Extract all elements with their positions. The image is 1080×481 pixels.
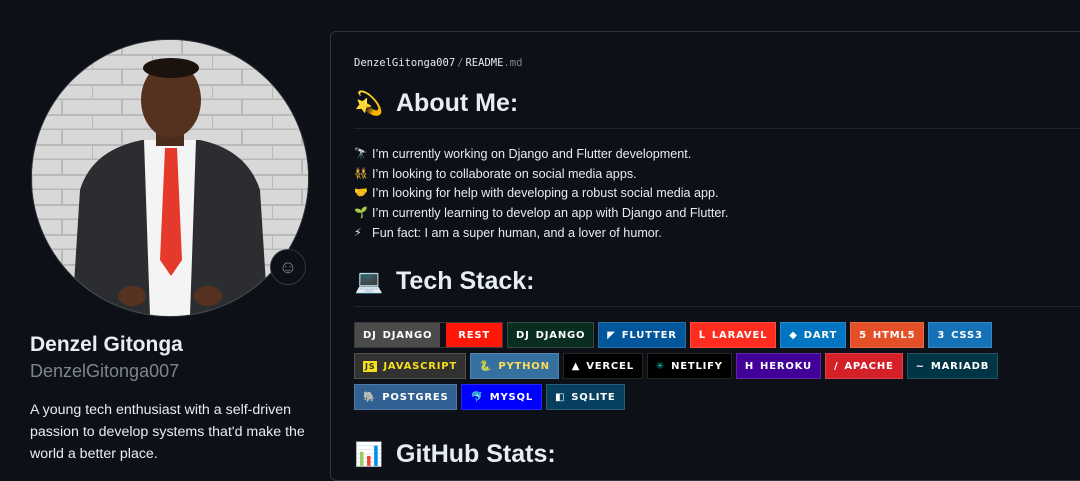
list-item-text: Fun fact: I am a super human, and a love… xyxy=(372,225,662,240)
badge-label: DJANGO xyxy=(382,329,433,341)
badge-label: FLUTTER xyxy=(621,329,677,341)
readme-card: DenzelGitonga007/README.md 💫 About Me: 🔭… xyxy=(330,31,1080,481)
badge-dart[interactable]: ◆ DART xyxy=(780,322,847,348)
breadcrumb-separator: / xyxy=(457,57,464,69)
list-item: 👯 I’m looking to collaborate on social me… xyxy=(354,165,728,185)
sqlite-icon: ◧ xyxy=(555,391,566,403)
badge-html5[interactable]: 5 HTML5 xyxy=(850,322,925,348)
badge-mysql[interactable]: 🐬 MYSQL xyxy=(461,384,543,410)
handshake-icon: 🤝 xyxy=(354,187,368,200)
badge-laravel[interactable]: ᒪ LARAVEL xyxy=(689,322,777,348)
badge-label: PYTHON xyxy=(498,360,550,372)
tech-badges: dj DJANGO REST dj DJANGO ◤ FLUTTER ᒪ LARAVEL… xyxy=(354,322,1074,415)
profile-sidebar: ☺ Denzel Gitonga DenzelGitonga007 A youn… xyxy=(0,0,330,466)
about-divider xyxy=(354,128,1080,129)
profile-username: DenzelGitonga007 xyxy=(30,361,180,381)
dart-icon: ◆ xyxy=(789,329,798,341)
stats-heading: 📊 GitHub Stats: xyxy=(354,440,556,469)
stats-title: GitHub Stats: xyxy=(396,440,556,468)
badge-django[interactable]: dj DJANGO xyxy=(507,322,595,348)
list-item: 🤝 I’m looking for help with developing a … xyxy=(354,184,728,204)
netlify-icon: ✳ xyxy=(655,360,666,372)
tech-divider xyxy=(354,306,1080,307)
badge-row: 🐘 POSTGRES 🐬 MYSQL ◧ SQLITE xyxy=(354,384,1074,410)
badge-label: MARIADB xyxy=(930,360,990,372)
list-item-text: I’m looking to collaborate on social med… xyxy=(372,166,637,181)
badge-label: APACHE xyxy=(844,360,894,372)
mariadb-icon: ~ xyxy=(915,360,925,372)
badge-row: dj DJANGO REST dj DJANGO ◤ FLUTTER ᒪ LARAVEL… xyxy=(354,322,1074,348)
apache-feather-icon: / xyxy=(833,360,839,372)
tech-title: Tech Stack: xyxy=(396,267,535,295)
postgres-elephant-icon: 🐘 xyxy=(363,391,377,403)
badge-sqlite[interactable]: ◧ SQLITE xyxy=(546,384,625,410)
html5-icon: 5 xyxy=(859,329,867,341)
laravel-icon: ᒪ xyxy=(698,329,706,341)
badge-label: HTML5 xyxy=(872,329,916,341)
badge-apache[interactable]: / APACHE xyxy=(824,353,903,379)
breadcrumb-file-link[interactable]: README xyxy=(465,57,503,69)
about-list: 🔭 I’m currently working on Django and Flu… xyxy=(354,145,728,244)
badge-django-rest[interactable]: dj DJANGO REST xyxy=(354,322,504,348)
mysql-dolphin-icon: 🐬 xyxy=(470,391,484,403)
breadcrumb-user-link[interactable]: DenzelGitonga007 xyxy=(354,57,455,69)
avatar[interactable] xyxy=(31,39,309,317)
smiley-icon[interactable]: ☺ xyxy=(270,249,306,285)
badge-label: NETLIFY xyxy=(671,360,723,372)
badge-label: VERCEL xyxy=(586,360,634,372)
badge-label: MYSQL xyxy=(489,391,534,403)
profile-display-name: Denzel Gitonga xyxy=(30,333,183,356)
badge-heroku[interactable]: H HEROKU xyxy=(735,353,821,379)
bar-chart-icon: 📊 xyxy=(354,441,384,467)
badge-row: JS JAVASCRIPT 🐍 PYTHON ▲ VERCEL ✳ NETLIFY HH… xyxy=(354,353,1074,379)
list-item-text: I’m currently learning to develop an app… xyxy=(372,206,729,221)
badge-label: DJANGO xyxy=(535,329,586,341)
badge-javascript[interactable]: JS JAVASCRIPT xyxy=(354,353,467,379)
breadcrumb: DenzelGitonga007/README.md xyxy=(354,57,522,69)
list-item-text: I’m looking for help with developing a r… xyxy=(372,186,719,201)
telescope-icon: 🔭 xyxy=(354,148,368,160)
badge-mariadb[interactable]: ~ MARIADB xyxy=(906,353,999,379)
profile-bio: A young tech enthusiast with a self-driv… xyxy=(30,402,305,462)
tech-heading: 💻 Tech Stack: xyxy=(354,267,535,296)
badge-label: SQLITE xyxy=(571,391,616,403)
list-item: 🌱 I’m currently learning to develop an ap… xyxy=(354,204,728,224)
breadcrumb-file-ext: .md xyxy=(503,57,523,69)
lightning-icon: ⚡ xyxy=(354,226,362,239)
dancers-icon: 👯 xyxy=(354,167,368,180)
badge-flutter[interactable]: ◤ FLUTTER xyxy=(598,322,686,348)
flutter-icon: ◤ xyxy=(607,329,616,341)
badge-python[interactable]: 🐍 PYTHON xyxy=(470,353,559,379)
list-item: ⚡ Fun fact: I am a super human, and a lov… xyxy=(354,224,728,244)
laptop-icon: 💻 xyxy=(354,268,384,294)
badge-netlify[interactable]: ✳ NETLIFY xyxy=(646,353,732,379)
badge-label: JAVASCRIPT xyxy=(383,360,458,372)
badge-css3[interactable]: 3 CSS3 xyxy=(928,322,992,348)
badge-label: REST xyxy=(446,323,503,347)
css3-icon: 3 xyxy=(937,329,946,341)
django-icon: dj xyxy=(363,329,377,341)
badge-label: CSS3 xyxy=(951,329,983,341)
list-item-text: I’m currently working on Django and Flut… xyxy=(372,147,692,161)
badge-label: DART xyxy=(803,329,838,341)
list-item: 🔭 I’m currently working on Django and Flu… xyxy=(354,145,728,165)
about-title: About Me: xyxy=(396,89,519,117)
javascript-icon: JS xyxy=(363,360,378,372)
heroku-icon: H xyxy=(744,360,755,372)
about-heading: 💫 About Me: xyxy=(354,89,519,118)
badge-vercel[interactable]: ▲ VERCEL xyxy=(562,353,643,379)
seedling-icon: 🌱 xyxy=(354,207,368,220)
vercel-icon: ▲ xyxy=(571,360,581,372)
badge-label: HEROKU xyxy=(760,360,812,372)
badge-label: POSTGRES xyxy=(382,391,449,403)
badge-postgres[interactable]: 🐘 POSTGRES xyxy=(354,384,458,410)
python-icon: 🐍 xyxy=(479,360,493,372)
badge-label: LARAVEL xyxy=(711,329,768,341)
dizzy-icon: 💫 xyxy=(354,90,384,116)
django-icon: dj xyxy=(516,329,530,341)
